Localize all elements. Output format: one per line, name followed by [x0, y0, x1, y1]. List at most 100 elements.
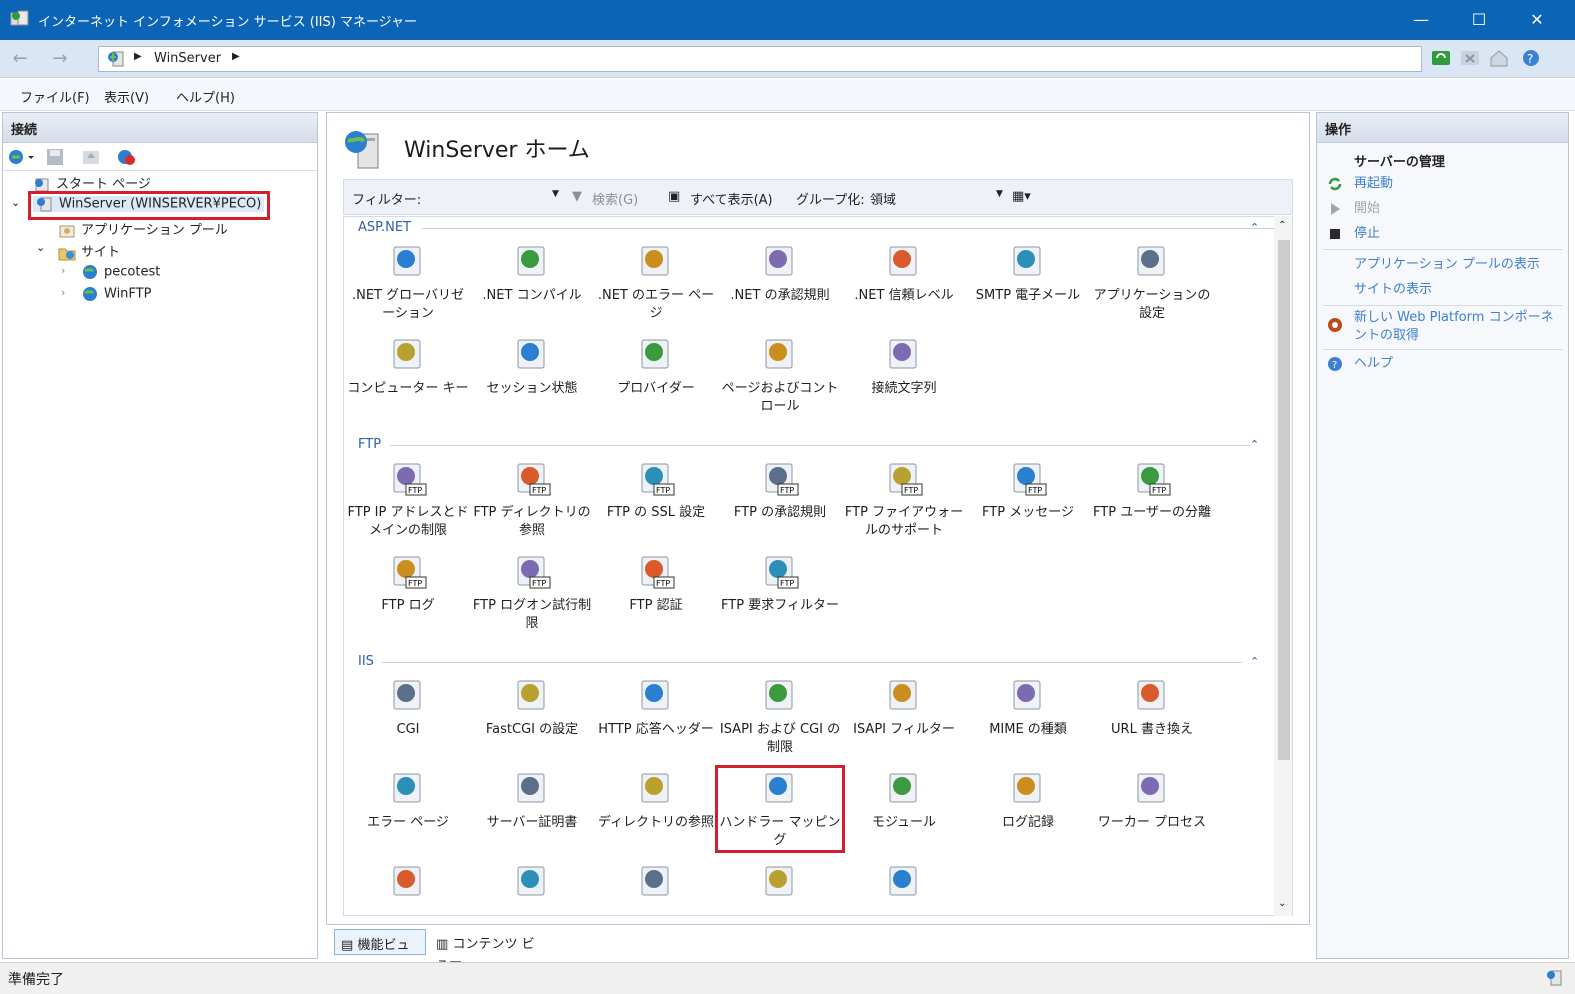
action-view-sites[interactable]: サイトの表示	[1354, 281, 1432, 299]
tree-item-winftp[interactable]: WinFTP	[81, 286, 151, 302]
back-arrow-icon[interactable]: ←	[8, 48, 32, 70]
group-by-select[interactable]: 領域	[870, 189, 896, 208]
feature-item[interactable]: .NET 信頼レベル	[842, 241, 966, 305]
save-icon[interactable]	[45, 148, 65, 166]
show-all-button[interactable]: すべて表示(A)	[690, 189, 773, 208]
expand-chevron-icon[interactable]: ⌄	[11, 196, 20, 209]
dropdown-arrow-icon[interactable]: ▼	[552, 189, 559, 199]
menu-file[interactable]: ファイル(F)	[20, 87, 90, 106]
action-help[interactable]: ヘルプ	[1354, 355, 1393, 373]
feature-item[interactable]	[594, 861, 718, 907]
feature-item[interactable]: CGI	[346, 675, 470, 739]
up-icon[interactable]	[81, 148, 101, 166]
show-all-icon: ▣	[668, 189, 681, 204]
tree-item-pecotest[interactable]: pecotest	[81, 264, 160, 280]
dropdown-arrow-icon[interactable]: ▼	[996, 189, 1003, 199]
feature-item[interactable]: FTP FTP ログオン試行制限	[470, 551, 594, 633]
tree-item-app-pools[interactable]: アプリケーション プール	[58, 219, 228, 239]
action-get-web-platform[interactable]: 新しい Web Platform コンポーネントの取得	[1354, 309, 1566, 345]
feature-item[interactable]: FTP FTP ファイアウォールのサポート	[842, 458, 966, 540]
feature-item[interactable]	[346, 861, 470, 907]
section-header-2[interactable]: IIS	[358, 654, 374, 669]
view-mode-icon[interactable]: ▦▾	[1012, 189, 1031, 204]
expand-chevron-icon[interactable]: ⌄	[36, 241, 45, 254]
feature-item[interactable]: コンピューター キー	[346, 334, 470, 398]
collapse-chevron-icon[interactable]: ⌃	[1250, 221, 1259, 234]
help-toolbar-icon[interactable]: ?	[1520, 48, 1542, 68]
feature-item[interactable]: ISAPI フィルター	[842, 675, 966, 739]
scroll-up-icon[interactable]: ⌃	[1278, 220, 1286, 231]
menu-view[interactable]: 表示(V)	[104, 87, 149, 106]
action-start[interactable]: 開始	[1354, 200, 1380, 218]
feature-item[interactable]: サーバー証明書	[470, 768, 594, 832]
feature-item[interactable]: FTP FTP メッセージ	[966, 458, 1090, 522]
feature-item[interactable]: FTP FTP 要求フィルター	[718, 551, 842, 615]
feature-item[interactable]: ISAPI および CGI の制限	[718, 675, 842, 757]
section-header-1[interactable]: FTP	[358, 437, 381, 452]
feature-item[interactable]: FTP FTP 認証	[594, 551, 718, 615]
feature-item[interactable]: FTP FTP ログ	[346, 551, 470, 615]
home-toolbar-icon[interactable]	[1488, 48, 1510, 68]
feature-item[interactable]: FTP FTP ディレクトリの参照	[470, 458, 594, 540]
feature-item[interactable]: ハンドラー マッピング	[715, 765, 845, 853]
connect-icon[interactable]	[7, 148, 35, 166]
feature-item[interactable]: 接続文字列	[842, 334, 966, 398]
search-button[interactable]: 検索(G)	[592, 189, 638, 208]
tree-item-start-page[interactable]: スタート ページ	[33, 173, 151, 193]
feature-item[interactable]: .NET グローバリゼーション	[346, 241, 470, 323]
collapse-chevron-icon[interactable]: ›	[61, 286, 65, 299]
action-view-app-pools[interactable]: アプリケーション プールの表示	[1354, 256, 1540, 274]
feature-item[interactable]: FTP FTP ユーザーの分離	[1090, 458, 1214, 522]
feature-item[interactable]: .NET コンパイル	[470, 241, 594, 305]
feature-item[interactable]: エラー ページ	[346, 768, 470, 832]
feature-item[interactable]: .NET の承認規則	[718, 241, 842, 305]
feature-item[interactable]: アプリケーションの設定	[1090, 241, 1214, 323]
filter-label: フィルター:	[352, 193, 422, 208]
feature-item[interactable]	[842, 861, 966, 907]
breadcrumb-arrow-icon[interactable]: ▶	[232, 51, 240, 62]
feature-item[interactable]: URL 書き換え	[1090, 675, 1214, 739]
filter-input[interactable]	[414, 186, 564, 208]
feature-item[interactable]: SMTP 電子メール	[966, 241, 1090, 305]
scrollbar-thumb[interactable]	[1278, 240, 1290, 760]
feature-item[interactable]: .NET のエラー ページ	[594, 241, 718, 323]
feature-item[interactable]: MIME の種類	[966, 675, 1090, 739]
vertical-scrollbar[interactable]: ⌃ ⌄	[1274, 216, 1292, 916]
collapse-chevron-icon[interactable]: ⌃	[1250, 438, 1259, 451]
feature-item[interactable]: HTTP 応答ヘッダー	[594, 675, 718, 739]
section-header-0[interactable]: ASP.NET	[358, 220, 411, 235]
tree-item-sites[interactable]: サイト	[58, 241, 120, 261]
feature-item[interactable]: プロバイダー	[594, 334, 718, 398]
collapse-chevron-icon[interactable]: ›	[61, 264, 65, 277]
action-restart[interactable]: 再起動	[1354, 175, 1393, 193]
feature-item[interactable]: FastCGI の設定	[470, 675, 594, 739]
breadcrumb-arrow-icon[interactable]: ▶	[134, 51, 142, 62]
feature-item[interactable]: ページおよびコントロール	[718, 334, 842, 416]
feature-label: セッション状態	[486, 381, 578, 396]
minimize-button[interactable]: —	[1392, 0, 1450, 40]
scroll-down-icon[interactable]: ⌄	[1278, 898, 1286, 909]
collapse-chevron-icon[interactable]: ⌃	[1250, 655, 1259, 668]
feature-item[interactable]: セッション状態	[470, 334, 594, 398]
breadcrumb[interactable]: ▶ WinServer ▶	[98, 46, 1422, 72]
feature-item[interactable]: FTP FTP IP アドレスとドメインの制限	[346, 458, 470, 540]
close-button[interactable]: ✕	[1508, 0, 1566, 40]
breadcrumb-server[interactable]: WinServer	[154, 51, 221, 66]
feature-item[interactable]: FTP FTP の承認規則	[718, 458, 842, 522]
tab-content-view[interactable]: ▥ コンテンツ ビュー	[430, 929, 550, 971]
menu-help[interactable]: ヘルプ(H)	[176, 87, 235, 106]
feature-item[interactable]: FTP FTP の SSL 設定	[594, 458, 718, 522]
maximize-button[interactable]: ☐	[1450, 0, 1508, 40]
action-stop[interactable]: 停止	[1354, 225, 1380, 243]
feature-item[interactable]: モジュール	[842, 768, 966, 832]
feature-item[interactable]: ワーカー プロセス	[1090, 768, 1214, 832]
feature-item[interactable]	[718, 861, 842, 907]
feature-item[interactable]: ログ記録	[966, 768, 1090, 832]
refresh-toolbar-icon[interactable]	[1430, 48, 1452, 68]
feature-item[interactable]	[470, 861, 594, 907]
forward-arrow-icon[interactable]: →	[48, 48, 72, 70]
tab-features-view[interactable]: ▤ 機能ビュー	[334, 929, 426, 972]
feature-item[interactable]: ディレクトリの参照	[594, 768, 718, 832]
stop-toolbar-icon[interactable]	[1459, 48, 1481, 68]
disconnect-icon[interactable]	[115, 148, 137, 166]
